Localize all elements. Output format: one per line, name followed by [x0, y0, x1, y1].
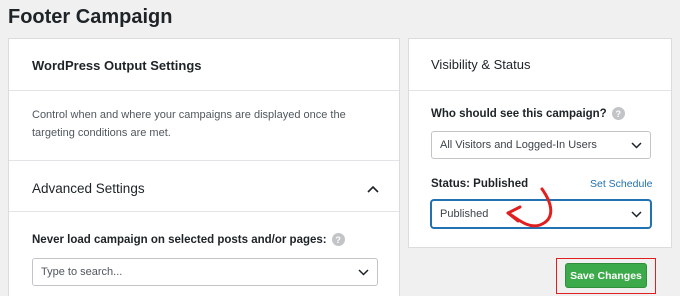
wordpress-output-title: WordPress Output Settings [32, 58, 202, 73]
chevron-down-icon [631, 142, 642, 149]
chevron-up-icon[interactable] [366, 183, 380, 195]
divider [409, 90, 671, 91]
save-changes-button[interactable]: Save Changes [565, 263, 647, 288]
annotation-arrow-icon [506, 187, 553, 228]
who-should-see-text: Who should see this campaign? [431, 107, 607, 120]
chevron-down-icon [358, 269, 369, 276]
never-load-label-text: Never load campaign on selected posts an… [32, 233, 327, 246]
page-title: Footer Campaign [8, 6, 173, 28]
never-load-label: Never load campaign on selected posts an… [32, 233, 345, 246]
visibility-status-title: Visibility & Status [431, 57, 531, 72]
divider [9, 90, 399, 91]
search-placeholder: Type to search... [41, 266, 123, 278]
question-mark-circle-icon[interactable]: ? [611, 107, 625, 120]
audience-value: All Visitors and Logged-In Users [440, 139, 597, 151]
who-should-see-label: Who should see this campaign? ? [431, 107, 625, 120]
advanced-settings-title: Advanced Settings [32, 181, 145, 196]
chevron-down-icon [631, 211, 642, 218]
output-settings-panel: WordPress Output Settings Control when a… [8, 38, 400, 296]
set-schedule-link[interactable]: Set Schedule [590, 178, 652, 190]
divider [9, 211, 399, 212]
audience-select[interactable]: All Visitors and Logged-In Users [431, 131, 651, 159]
output-description: Control when and where your campaigns ar… [32, 109, 346, 139]
pages-search-select[interactable]: Type to search... [32, 258, 378, 286]
divider [9, 160, 399, 161]
question-mark-circle-icon[interactable]: ? [331, 233, 345, 246]
status-value: Published [440, 208, 489, 220]
